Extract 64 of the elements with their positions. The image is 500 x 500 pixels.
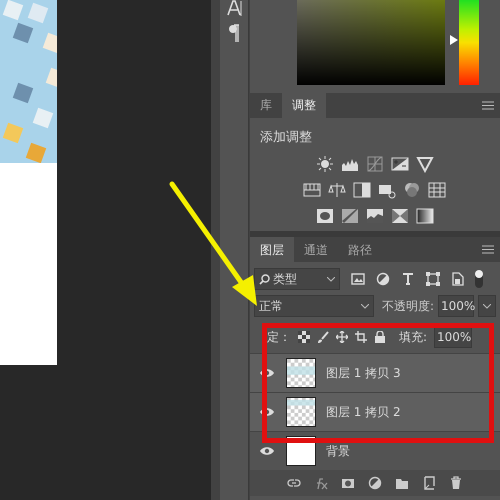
search-icon: [258, 274, 270, 285]
eye-icon[interactable]: [260, 446, 274, 456]
panel-tab[interactable]: 通道: [294, 237, 338, 262]
exposure-icon[interactable]: [390, 155, 409, 174]
half-circle-icon[interactable]: [368, 476, 382, 490]
new-layer-icon[interactable]: [422, 476, 436, 490]
layer-row[interactable]: 图层 1 拷贝 3: [250, 353, 500, 392]
opacity-dropdown-button[interactable]: [478, 295, 496, 318]
half-circle-icon[interactable]: [376, 272, 390, 286]
gradient-bars-icon[interactable]: [303, 181, 322, 200]
grid-icon[interactable]: [428, 181, 446, 200]
image-icon[interactable]: [350, 272, 365, 286]
opacity-label: 不透明度:: [382, 298, 434, 316]
panel-tab[interactable]: 库: [250, 92, 282, 118]
panel-tab[interactable]: 调整: [282, 92, 326, 118]
fill-field[interactable]: 100%: [434, 326, 472, 348]
layer-name: 图层 1 拷贝 3: [326, 365, 401, 382]
menu-icon[interactable]: [482, 100, 494, 110]
invert-icon[interactable]: [316, 207, 334, 226]
mask-icon[interactable]: [340, 476, 355, 490]
brightness-icon[interactable]: [316, 155, 334, 174]
blend-mode-value: 正常: [258, 298, 283, 316]
color-field[interactable]: [296, 0, 445, 85]
circles-icon[interactable]: [403, 181, 422, 200]
fill-label: 填充:: [398, 329, 427, 346]
brush-icon[interactable]: [316, 331, 329, 344]
caret-icon: [360, 304, 369, 309]
lock-icon[interactable]: [374, 331, 386, 344]
transform-icon[interactable]: [426, 272, 440, 286]
caret-icon: [326, 276, 335, 282]
panel-tab[interactable]: 路径: [338, 237, 382, 262]
blend-mode-dropdown[interactable]: 正常: [254, 295, 374, 318]
folder-icon[interactable]: [394, 476, 409, 490]
grid-curve-icon[interactable]: [366, 155, 384, 174]
triangle-icon[interactable]: [416, 155, 434, 174]
scale-icon[interactable]: [328, 181, 346, 200]
split-square-icon[interactable]: [353, 181, 372, 200]
layer-thumbnail: [286, 358, 316, 388]
filter-dropdown[interactable]: 类型: [254, 268, 340, 290]
opacity-field[interactable]: 100%: [438, 295, 474, 318]
panel-heading: 添加调整: [260, 128, 313, 147]
selective-color-icon[interactable]: [390, 207, 409, 226]
eye-icon[interactable]: [260, 407, 274, 418]
character-icon[interactable]: [226, 0, 242, 16]
posterize-icon[interactable]: [340, 207, 359, 226]
move-icon[interactable]: [336, 331, 348, 344]
lock-transparency-icon[interactable]: [298, 331, 310, 344]
eye-icon[interactable]: [260, 368, 274, 378]
text-icon[interactable]: [400, 272, 415, 286]
panel-tab[interactable]: 图层: [250, 237, 294, 262]
trash-icon[interactable]: [448, 476, 463, 490]
layer-name: 图层 1 拷贝 2: [326, 404, 401, 422]
layer-thumbnail: [286, 397, 316, 428]
filter-value: 类型: [272, 271, 297, 288]
layer-name: 背景: [326, 443, 350, 460]
crop-icon[interactable]: [354, 331, 367, 344]
layer-row[interactable]: 图层 1 拷贝 2: [250, 392, 500, 432]
menu-icon[interactable]: [482, 245, 494, 254]
filter-toggle[interactable]: [474, 270, 483, 288]
caret-icon: [483, 304, 491, 309]
document-icon[interactable]: [450, 272, 465, 286]
lock-label: 定：: [266, 329, 291, 346]
paragraph-icon[interactable]: [228, 24, 240, 42]
gradient-map-icon[interactable]: [416, 207, 434, 226]
